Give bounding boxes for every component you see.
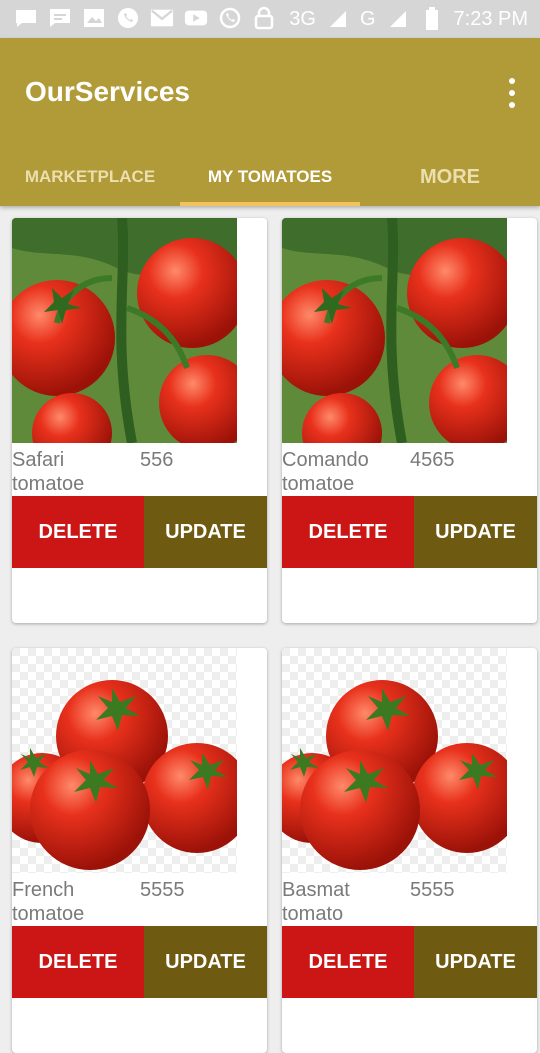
whatsapp-icon xyxy=(116,6,140,30)
tomato-card: Basmat tomato 5555 DELETE UPDATE xyxy=(282,648,537,1053)
signal-icon xyxy=(326,7,350,31)
tab-bar: MARKETPLACE MY TOMATOES MORE xyxy=(0,148,540,206)
update-button[interactable]: UPDATE xyxy=(144,496,267,568)
tomato-card: Safari tomatoe 556 DELETE UPDATE xyxy=(12,218,267,623)
update-button[interactable]: UPDATE xyxy=(414,496,537,568)
delete-button[interactable]: DELETE xyxy=(12,496,144,568)
clock: 7:23 PM xyxy=(453,7,528,30)
tomato-photo xyxy=(282,218,507,443)
network-g-label: G xyxy=(359,7,376,30)
gmail-icon xyxy=(150,6,174,30)
app-title: OurServices xyxy=(25,76,190,107)
notification-icons xyxy=(14,6,276,30)
delete-button[interactable]: DELETE xyxy=(282,496,414,568)
youtube-icon xyxy=(184,6,208,30)
delete-button[interactable]: DELETE xyxy=(282,926,414,998)
app-bar: OurServices MARKETPLACE MY TOMATOES MORE xyxy=(0,38,540,206)
update-button[interactable]: UPDATE xyxy=(144,926,267,998)
status-bar: 3G G 7:23 PM xyxy=(0,0,540,38)
tomato-name: Safari tomatoe xyxy=(12,449,85,495)
tomato-price: 5555 xyxy=(410,879,455,901)
image-icon xyxy=(82,6,106,30)
tab-my-tomatoes[interactable]: MY TOMATOES xyxy=(180,148,360,206)
chat-icon xyxy=(48,6,72,30)
tab-marketplace[interactable]: MARKETPLACE xyxy=(0,148,180,206)
whatsapp-icon xyxy=(218,6,242,30)
delete-button[interactable]: DELETE xyxy=(12,926,144,998)
update-button[interactable]: UPDATE xyxy=(414,926,537,998)
message-icon xyxy=(14,6,38,30)
battery-icon xyxy=(420,7,444,31)
tomato-photo xyxy=(282,648,507,873)
tomato-card: Comando tomatoe 4565 DELETE UPDATE xyxy=(282,218,537,623)
more-vert-icon xyxy=(509,78,515,84)
status-indicators: 3G G 7:23 PM xyxy=(289,6,528,32)
overflow-menu-button[interactable] xyxy=(504,78,520,108)
tomato-name: Basmat tomato xyxy=(282,879,350,925)
tomato-photo xyxy=(12,218,237,443)
tomato-price: 4565 xyxy=(410,449,455,471)
tab-more[interactable]: MORE xyxy=(360,148,540,206)
tomato-name: Comando tomatoe xyxy=(282,449,369,495)
network-3g-label: 3G xyxy=(289,7,316,30)
tomato-card: French tomatoe 5555 DELETE UPDATE xyxy=(12,648,267,1053)
signal-icon xyxy=(386,7,410,31)
tomato-price: 5555 xyxy=(140,879,185,901)
tomato-photo xyxy=(12,648,237,873)
tomato-name: French tomatoe xyxy=(12,879,85,925)
lock-icon xyxy=(252,6,276,30)
tomato-price: 556 xyxy=(140,449,174,471)
